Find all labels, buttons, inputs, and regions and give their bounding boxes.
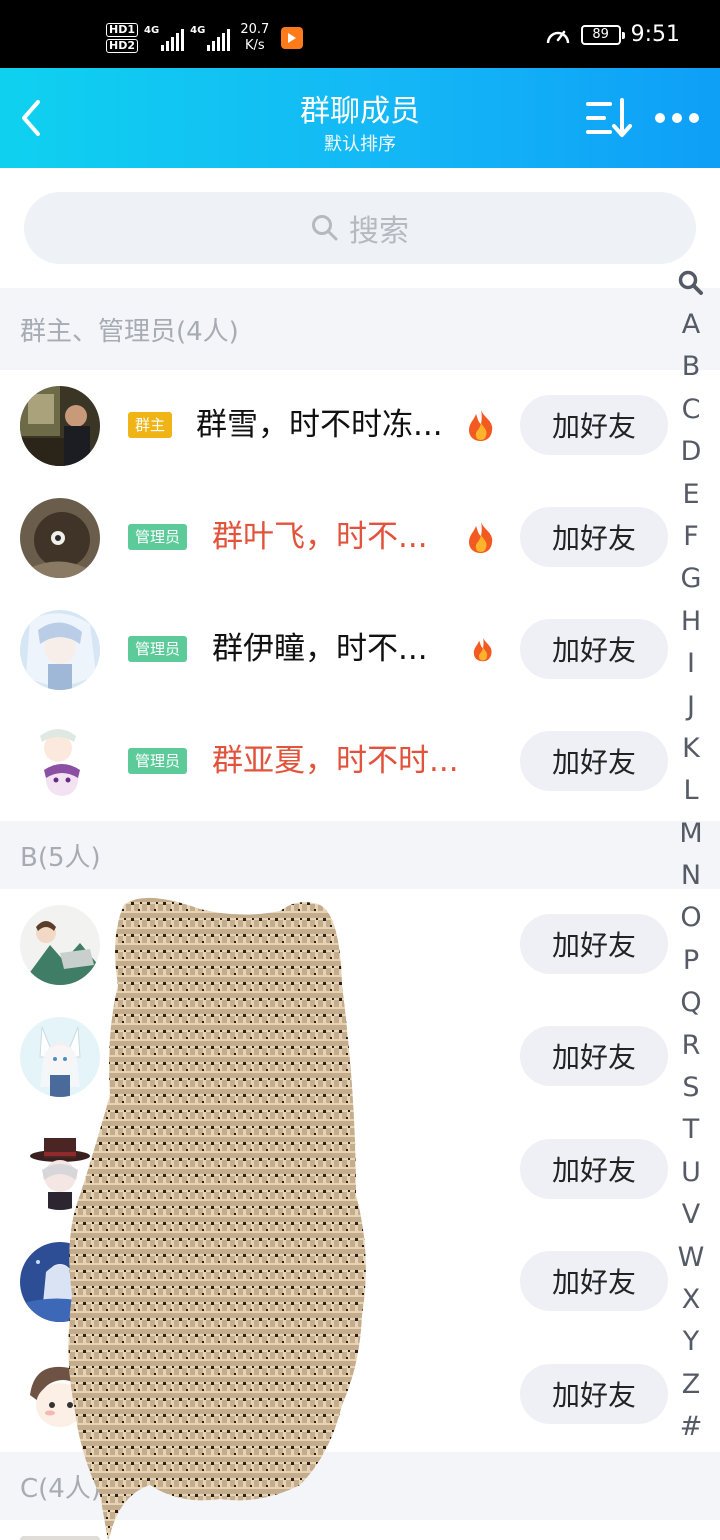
- index-letter[interactable]: T: [672, 1109, 710, 1151]
- index-letter[interactable]: Z: [672, 1364, 710, 1406]
- member-row[interactable]: 群主 群雪，时不时冻... 加好友: [0, 370, 720, 482]
- index-letter[interactable]: S: [672, 1067, 710, 1109]
- index-letter[interactable]: P: [672, 940, 710, 982]
- admin-badge: 管理员: [128, 524, 188, 550]
- avatar[interactable]: [20, 610, 100, 690]
- index-letter[interactable]: #: [672, 1406, 710, 1448]
- add-friend-button[interactable]: 加好友: [520, 1139, 668, 1199]
- index-letter[interactable]: X: [672, 1279, 710, 1321]
- search-placeholder: 搜索: [349, 214, 409, 249]
- add-friend-button[interactable]: 加好友: [520, 395, 668, 455]
- index-letter[interactable]: E: [672, 474, 710, 516]
- admin-badge: 管理员: [128, 636, 188, 662]
- index-letter[interactable]: O: [672, 897, 710, 939]
- member-row[interactable]: 管理员 群叶飞，时不... 加好友: [0, 482, 720, 594]
- index-letter[interactable]: G: [672, 558, 710, 600]
- index-letter[interactable]: C: [672, 389, 710, 431]
- index-letter[interactable]: B: [672, 346, 710, 388]
- index-letter[interactable]: Y: [672, 1321, 710, 1363]
- admin-badge: 管理员: [128, 748, 188, 774]
- add-friend-button[interactable]: 加好友: [520, 1026, 668, 1086]
- section-header-b: B(5人): [0, 821, 720, 889]
- index-letter[interactable]: J: [672, 686, 710, 728]
- index-letter[interactable]: U: [672, 1152, 710, 1194]
- index-letter[interactable]: N: [672, 855, 710, 897]
- add-friend-button[interactable]: 加好友: [520, 507, 668, 567]
- member-name: 群叶飞，时不...: [212, 519, 428, 555]
- index-letter[interactable]: M: [672, 813, 710, 855]
- add-friend-button[interactable]: 加好友: [520, 731, 668, 791]
- more-icon[interactable]: [652, 108, 702, 128]
- signal-2-icon: 4G: [190, 25, 231, 51]
- index-letter[interactable]: Q: [672, 982, 710, 1024]
- member-name: 群伊瞳，时不...: [212, 631, 428, 667]
- add-friend-button[interactable]: 加好友: [520, 1364, 668, 1424]
- index-letter[interactable]: I: [672, 643, 710, 685]
- add-friend-button[interactable]: 加好友: [520, 619, 668, 679]
- flame-icon: [469, 522, 493, 553]
- search-bar[interactable]: 搜索: [24, 192, 696, 264]
- status-bar: HD1 HD2 4G 4G 20.7 K/s 89 9:51: [0, 0, 720, 68]
- sort-icon[interactable]: [584, 98, 632, 138]
- speedometer-icon: [546, 30, 569, 43]
- index-letter[interactable]: W: [672, 1237, 710, 1279]
- hd2-indicator: HD2: [106, 39, 138, 53]
- alphabet-index[interactable]: A B C D E F G H I J K L M N O P Q R S T U V W X Y Z #: [672, 262, 710, 1449]
- avatar[interactable]: [20, 722, 100, 802]
- search-icon: [312, 215, 338, 241]
- battery-indicator: 89: [580, 24, 625, 45]
- index-letter[interactable]: H: [672, 601, 710, 643]
- avatar[interactable]: [20, 386, 100, 466]
- index-letter[interactable]: V: [672, 1194, 710, 1236]
- index-letter[interactable]: F: [672, 516, 710, 558]
- member-name: 群亚夏，时不时...: [212, 743, 459, 779]
- network-speed: 20.7 K/s: [240, 22, 270, 53]
- index-letter[interactable]: K: [672, 728, 710, 770]
- index-letter[interactable]: D: [672, 431, 710, 473]
- flame-icon: [473, 637, 492, 662]
- app-notification-icon: [281, 27, 304, 49]
- index-letter[interactable]: R: [672, 1025, 710, 1067]
- member-row[interactable]: 管理员 群伊瞳，时不... 加好友: [0, 594, 720, 706]
- owner-badge: 群主: [128, 412, 173, 438]
- index-letter[interactable]: A: [672, 304, 710, 346]
- avatar[interactable]: [20, 498, 100, 578]
- app-header: 群聊成员 默认排序: [0, 68, 720, 168]
- member-name: 群雪，时不时冻...: [196, 407, 443, 443]
- signal-1-icon: 4G: [144, 25, 185, 51]
- add-friend-button[interactable]: 加好友: [520, 1251, 668, 1311]
- flame-icon: [469, 410, 493, 441]
- index-letter[interactable]: L: [672, 770, 710, 812]
- index-search-icon[interactable]: [672, 262, 710, 304]
- section-header-admins: 群主、管理员(4人): [0, 288, 720, 370]
- add-friend-button[interactable]: 加好友: [520, 914, 668, 974]
- clock: 9:51: [630, 22, 680, 47]
- hd1-indicator: HD1: [106, 23, 138, 37]
- member-row[interactable]: 管理员 群亚夏，时不时... 加好友: [0, 706, 720, 818]
- redaction-overlay: [68, 897, 366, 1540]
